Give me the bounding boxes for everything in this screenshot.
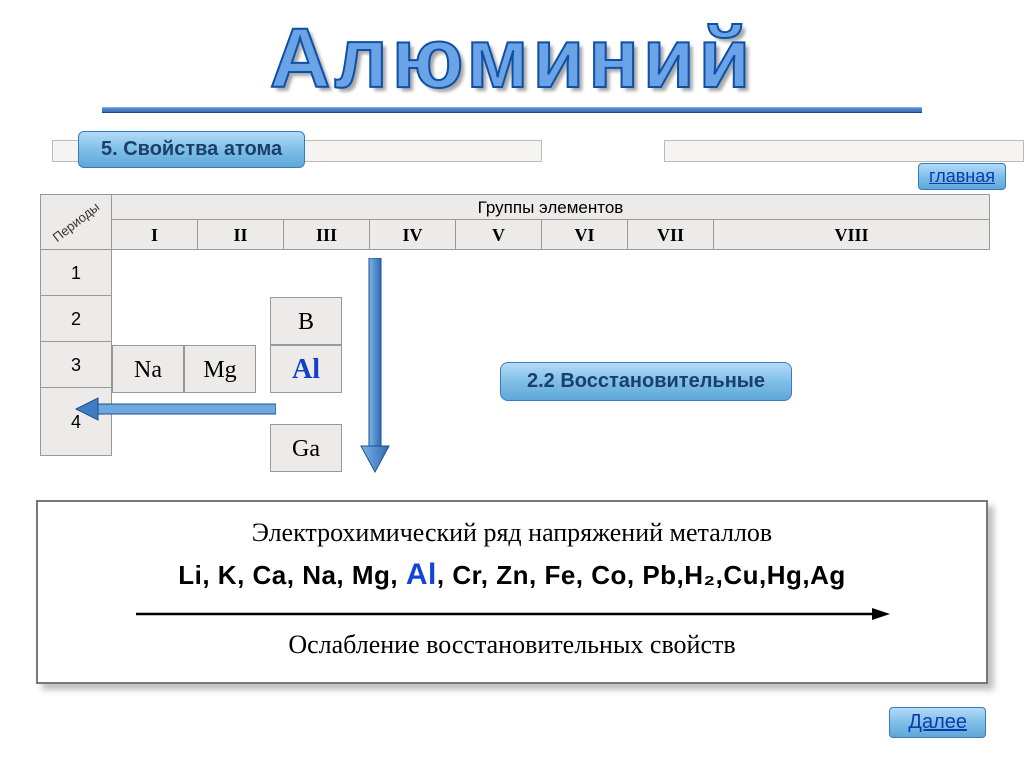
series-after: , Cr, Zn, Fe, Co, Pb,H₂,Cu,Hg,Ag bbox=[437, 560, 846, 590]
element-al: Al bbox=[270, 345, 342, 393]
next-link[interactable]: Далее bbox=[889, 707, 986, 738]
activity-arrow-icon bbox=[132, 604, 892, 624]
element-b: B bbox=[270, 297, 342, 345]
weakening-label: Ослабление восстановительных свойств bbox=[48, 630, 976, 660]
group-col: VI bbox=[542, 220, 628, 250]
period-cell: 3 bbox=[40, 342, 112, 388]
group-col: VIII bbox=[714, 220, 990, 250]
title-underline bbox=[102, 107, 922, 113]
period-column: 1 2 3 4 bbox=[40, 250, 112, 456]
activity-series-list: Li, K, Ca, Na, Mg, Al, Cr, Zn, Fe, Co, P… bbox=[48, 558, 976, 592]
title-area: Алюминий bbox=[0, 0, 1024, 113]
period-cell: 2 bbox=[40, 296, 112, 342]
group-col: I bbox=[112, 220, 198, 250]
periods-label: Периоды bbox=[40, 194, 112, 250]
section-tab: 5. Свойства атома bbox=[78, 131, 305, 168]
series-al: Al bbox=[406, 558, 437, 591]
activity-series-box: Электрохимический ряд напряжений металло… bbox=[36, 500, 988, 684]
group-col: V bbox=[456, 220, 542, 250]
home-link[interactable]: главная bbox=[918, 163, 1006, 190]
element-mg: Mg bbox=[184, 345, 256, 393]
roman-row: I II III IV V VI VII VIII bbox=[112, 220, 990, 250]
series-before: Li, K, Ca, Na, Mg, bbox=[178, 560, 406, 590]
groups-title: Группы элементов bbox=[112, 194, 990, 220]
section-row: 5. Свойства атома главная bbox=[0, 131, 1024, 175]
group-col: VII bbox=[628, 220, 714, 250]
group-col: II bbox=[198, 220, 284, 250]
group-col: IV bbox=[370, 220, 456, 250]
element-na: Na bbox=[112, 345, 184, 393]
element-ga: Ga bbox=[270, 424, 342, 472]
activity-series-title: Электрохимический ряд напряжений металло… bbox=[48, 518, 976, 548]
arrow-left-icon bbox=[74, 394, 276, 424]
period-cell: 1 bbox=[40, 250, 112, 296]
page-title: Алюминий bbox=[270, 10, 754, 107]
group-col: III bbox=[284, 220, 370, 250]
reducing-properties-box: 2.2 Восстановительные bbox=[500, 362, 792, 401]
section-bar-right bbox=[664, 140, 1024, 162]
arrow-down-icon bbox=[357, 258, 393, 478]
